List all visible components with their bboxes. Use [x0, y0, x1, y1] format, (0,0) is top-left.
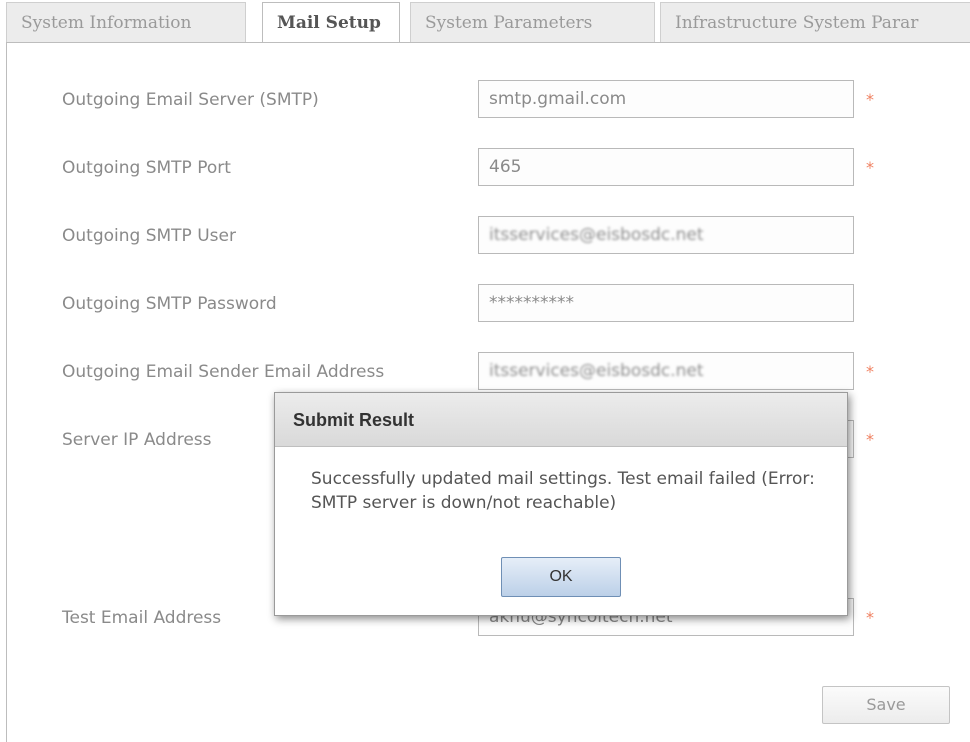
- dialog-title: Submit Result: [275, 393, 847, 447]
- smtp-user-label: Outgoing SMTP User: [62, 226, 236, 246]
- tab-mail-setup[interactable]: Mail Setup: [262, 2, 400, 44]
- dialog-message: Successfully updated mail settings. Test…: [311, 469, 815, 513]
- server-ip-label: Server IP Address: [62, 430, 212, 450]
- smtp-server-label: Outgoing Email Server (SMTP): [62, 90, 319, 110]
- tab-system-information[interactable]: System Information: [6, 2, 246, 42]
- required-marker: *: [866, 90, 874, 109]
- smtp-password-label: Outgoing SMTP Password: [62, 294, 277, 314]
- sender-email-value: itsservices@eisbosdc.net: [489, 361, 704, 381]
- sender-email-field[interactable]: itsservices@eisbosdc.net: [478, 352, 854, 390]
- smtp-port-label: Outgoing SMTP Port: [62, 158, 231, 178]
- submit-result-dialog: Submit Result Successfully updated mail …: [274, 392, 848, 616]
- smtp-password-field[interactable]: **********: [478, 284, 854, 322]
- smtp-server-field[interactable]: smtp.gmail.com: [478, 80, 854, 118]
- tab-infrastructure-system-parameters[interactable]: Infrastructure System Parar: [660, 2, 970, 42]
- ok-button[interactable]: OK: [501, 557, 621, 597]
- tab-system-parameters[interactable]: System Parameters: [410, 2, 655, 42]
- required-marker: *: [866, 362, 874, 381]
- smtp-port-field[interactable]: 465: [478, 148, 854, 186]
- save-button[interactable]: Save: [822, 686, 950, 724]
- sender-email-label: Outgoing Email Sender Email Address: [62, 362, 385, 382]
- required-marker: *: [866, 608, 874, 627]
- required-marker: *: [866, 430, 874, 449]
- required-marker: *: [866, 158, 874, 177]
- smtp-user-value: itsservices@eisbosdc.net: [489, 225, 704, 245]
- test-email-label: Test Email Address: [62, 608, 222, 628]
- tab-bar: System Information Mail Setup System Par…: [0, 0, 970, 44]
- smtp-user-field[interactable]: itsservices@eisbosdc.net: [478, 216, 854, 254]
